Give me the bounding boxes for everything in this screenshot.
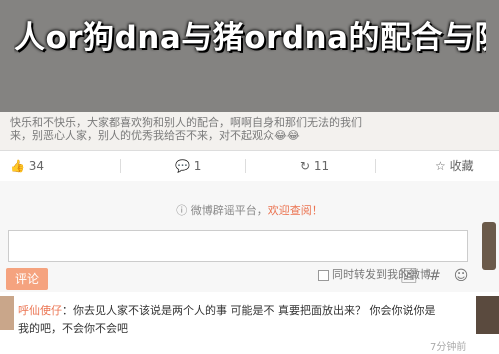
rumor-notice: ⓘ 微博辟谣平台，欢迎查阅！: [0, 200, 499, 222]
comment-action[interactable]: 💬 1: [175, 151, 201, 181]
image-icon[interactable]: 🖼: [400, 267, 418, 285]
comment-user[interactable]: 呼仙使仔: [18, 304, 62, 317]
avatar[interactable]: [0, 296, 14, 330]
comment-count: 1: [193, 159, 202, 173]
repost-count: 11: [313, 159, 330, 173]
divider: [245, 159, 246, 173]
post-line-2: 来，别恶心人家，别人的优秀我给否不来，对不起观众😂😂: [10, 129, 300, 142]
notice-link[interactable]: 欢迎查阅！: [268, 204, 323, 217]
comment-icon: 💬: [175, 159, 190, 173]
comment-input[interactable]: [8, 230, 468, 262]
emoji-icon[interactable]: ☺: [452, 267, 470, 285]
notice-text: 微博辟谣平台，: [190, 204, 268, 217]
favorite-action[interactable]: ☆ 收藏: [435, 151, 474, 181]
scrollbar-thumb[interactable]: [482, 222, 496, 270]
headline-title: 人or狗dna与猪ordna的配合与防治官方版下载：探...: [14, 20, 486, 56]
divider: [120, 159, 121, 173]
comment-time: 7分钟前: [430, 342, 467, 353]
post-action-bar: 👍 34 💬 1 ↻ 11 ☆ 收藏: [0, 150, 499, 182]
repost-action[interactable]: ↻ 11: [300, 151, 329, 181]
like-count: 34: [28, 159, 45, 173]
like-action[interactable]: 👍 34: [10, 151, 44, 181]
divider: [375, 159, 376, 173]
comment-text-1: ：你去见人家不该说是两个人的事 可能是不 真要把面放出来？ 你会你说你是: [62, 304, 436, 317]
submit-comment-button[interactable]: 评论: [6, 268, 48, 290]
topic-icon[interactable]: #: [426, 267, 444, 285]
favorite-label: 收藏: [449, 159, 474, 173]
avatar[interactable]: [476, 296, 499, 334]
like-icon: 👍: [10, 159, 25, 173]
headline-banner: 人or狗dna与猪ordna的配合与防治官方版下载：探...: [0, 0, 499, 112]
comment-line-2: 我的吧，不会你不会吧: [18, 322, 128, 335]
repost-checkbox[interactable]: [318, 270, 329, 281]
info-icon: ⓘ: [176, 204, 188, 217]
star-icon: ☆: [435, 159, 446, 173]
repost-icon: ↻: [300, 159, 311, 173]
comment-line-1: 呼仙使仔：你去见人家不该说是两个人的事 可能是不 真要把面放出来？ 你会你说你是: [18, 302, 436, 318]
